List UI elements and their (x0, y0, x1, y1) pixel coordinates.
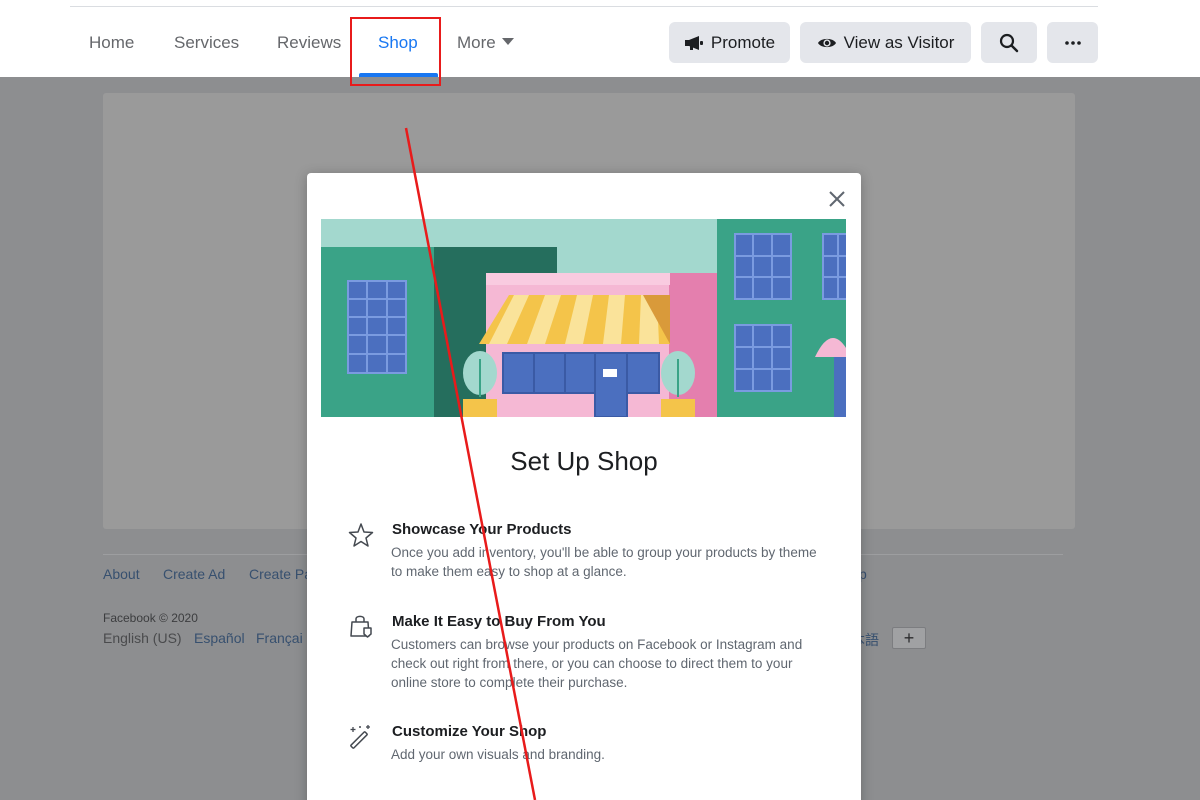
feature-description: Customers can browse your products on Fa… (391, 637, 803, 690)
megaphone-icon (684, 35, 703, 50)
magic-wand-icon (350, 725, 370, 749)
footer-link-create-ad[interactable]: Create Ad (163, 566, 225, 582)
tab-more[interactable]: More (457, 30, 514, 56)
search-icon (999, 33, 1019, 52)
footer-link-create-page[interactable]: Create Pa (249, 566, 312, 582)
close-icon[interactable] (825, 187, 849, 211)
feature-title: Make It Easy to Buy From You (392, 613, 606, 630)
caret-down-icon (501, 38, 514, 45)
add-language-button[interactable]: + (892, 627, 926, 649)
feature-easy-to-buy: Make It Easy to Buy From You Customers c… (347, 613, 827, 693)
footer-copyright: Facebook © 2020 (103, 611, 198, 625)
feature-title: Showcase Your Products (392, 521, 572, 538)
search-button[interactable] (981, 22, 1037, 63)
view-as-visitor-button[interactable]: View as Visitor (800, 22, 971, 63)
shop-tab-highlight (350, 17, 441, 86)
promote-label: Promote (710, 32, 776, 52)
more-options-button[interactable] (1047, 22, 1098, 63)
star-outline-icon (348, 523, 374, 547)
dialog-title: Set Up Shop (510, 446, 658, 476)
footer-link-about[interactable]: About (103, 566, 140, 582)
page-nav-bar: Home Services Reviews Shop More Promote … (0, 0, 1200, 77)
feature-showcase-products: Showcase Your Products Once you add inve… (347, 521, 827, 581)
tab-services[interactable]: Services (174, 30, 239, 56)
tab-home[interactable]: Home (89, 30, 134, 56)
promote-button[interactable]: Promote (669, 22, 790, 63)
feature-description: Once you add inventory, you'll be able t… (391, 545, 817, 579)
tab-reviews[interactable]: Reviews (277, 30, 341, 56)
tab-more-label: More (457, 33, 496, 52)
top-divider (70, 6, 1098, 7)
feature-description: Add your own visuals and branding. (391, 747, 605, 762)
view-as-visitor-label: View as Visitor (843, 32, 955, 52)
language-link-spanish[interactable]: Español (194, 630, 245, 646)
more-dots-icon (1064, 40, 1081, 45)
setup-shop-dialog: Set Up Shop Showcase Your Products Once … (307, 173, 861, 800)
feature-title: Customize Your Shop (392, 723, 547, 740)
feature-customize-shop: Customize Your Shop Add your own visuals… (347, 723, 827, 773)
storefront-illustration (321, 219, 846, 417)
shopping-bag-icon (350, 615, 372, 638)
language-link-french[interactable]: Françai (256, 630, 303, 646)
eye-icon (817, 38, 836, 47)
language-current: English (US) (103, 630, 182, 646)
